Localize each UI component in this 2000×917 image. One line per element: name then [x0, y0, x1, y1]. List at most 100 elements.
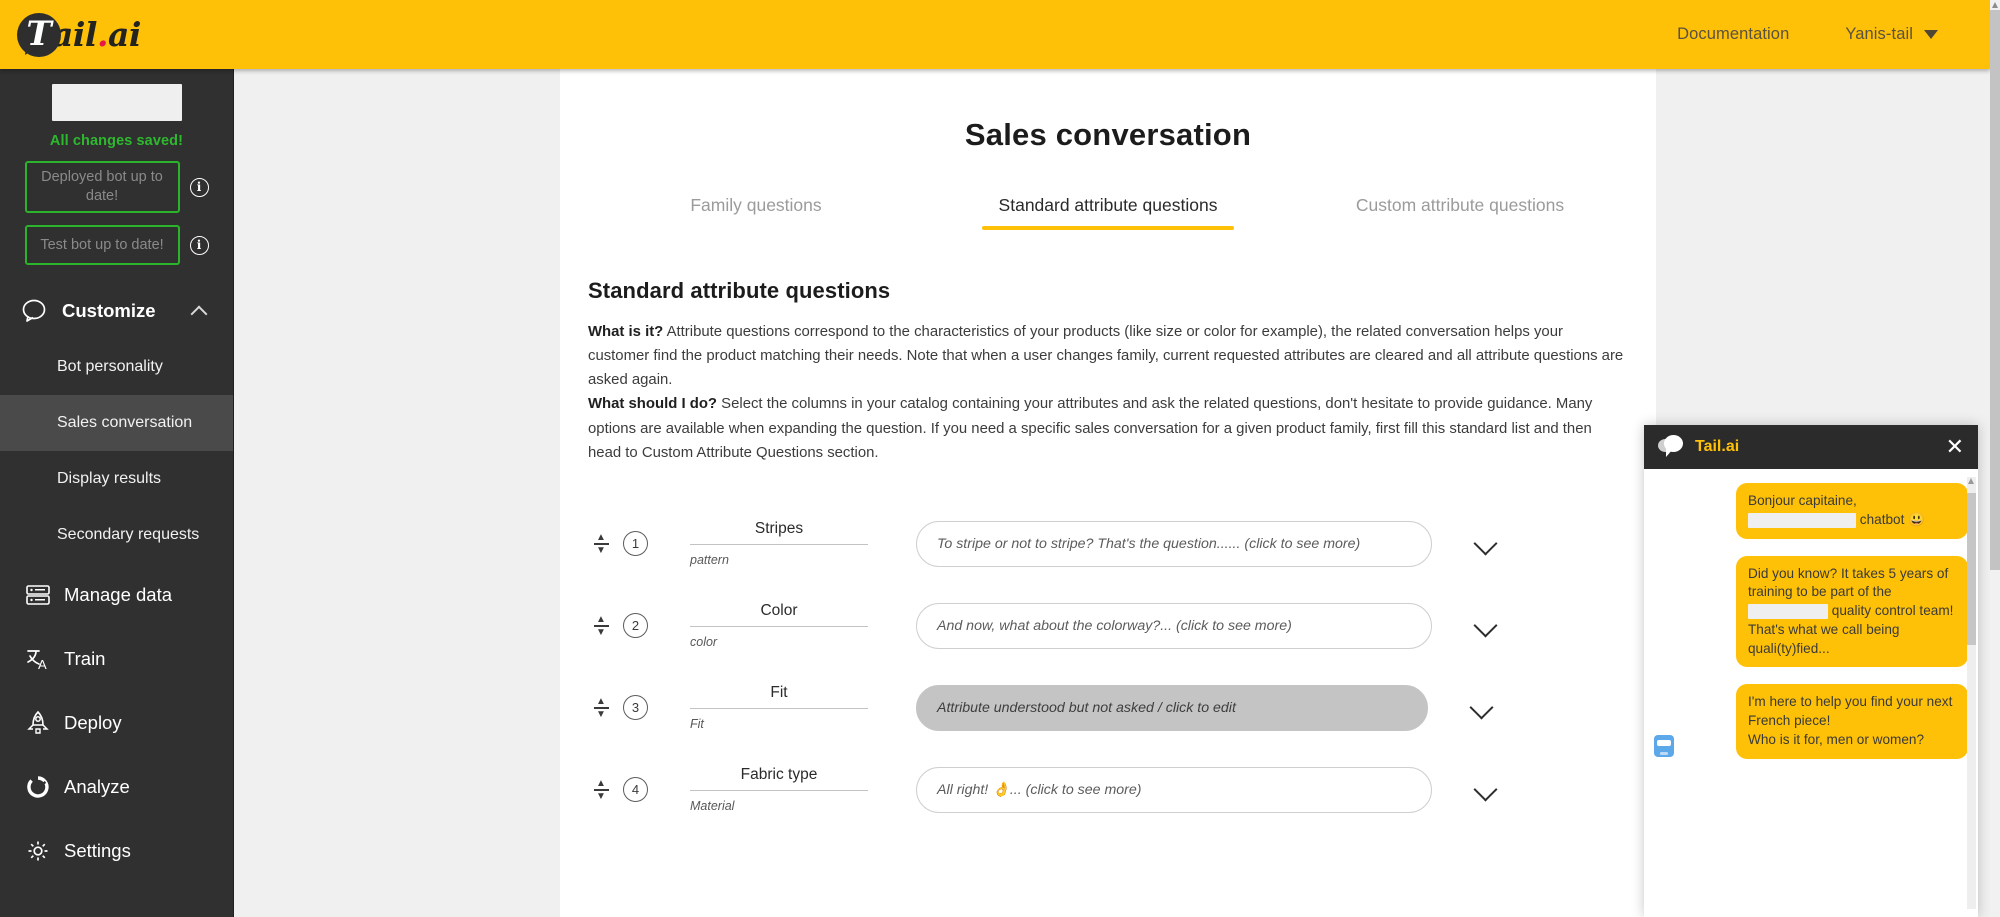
chat-widget: Tail.ai ✕ Bonjour capitaine, chatbot 😃 D…: [1644, 425, 1978, 917]
sidebar-item-label: Sales conversation: [57, 414, 192, 432]
order-badge: 1: [623, 531, 648, 556]
order-badge: 4: [623, 777, 648, 802]
deployed-info-icon[interactable]: i: [190, 178, 209, 197]
arrow-down-icon: ▼: [596, 793, 606, 800]
redacted-block: [1748, 604, 1828, 619]
drag-handle-icon[interactable]: ▲ ▼: [592, 616, 610, 636]
attribute-rows-list: ▲ ▼ 1 Stripes pattern To stripe or not t…: [560, 503, 1656, 831]
sidebar-group-customize[interactable]: Customize: [0, 283, 233, 339]
documentation-link[interactable]: Documentation: [1677, 25, 1789, 44]
attribute-name[interactable]: Fit: [690, 684, 868, 709]
sidebar-item-deploy[interactable]: Deploy: [0, 691, 233, 755]
scroll-up-arrow-icon[interactable]: [1992, 2, 1998, 8]
arrow-down-icon: ▼: [596, 629, 606, 636]
chevron-down-icon[interactable]: [1474, 531, 1500, 557]
sidebar-item-display-results[interactable]: Display results: [0, 451, 233, 507]
chat-text-part: Bonjour capitaine,: [1748, 493, 1857, 508]
attribute-name[interactable]: Color: [690, 602, 868, 627]
chat-scrollbar-thumb[interactable]: [1967, 493, 1976, 645]
logo-text-b: ai: [108, 15, 141, 54]
translate-icon: A: [22, 647, 54, 671]
window-scrollbar[interactable]: [1990, 0, 2000, 917]
sidebar-item-label: Secondary requests: [57, 526, 199, 544]
bot-name-input[interactable]: [52, 84, 182, 121]
test-info-icon[interactable]: i: [190, 236, 209, 255]
question-input[interactable]: All right! 👌... (click to see more): [916, 767, 1432, 813]
tab-label: Standard attribute questions: [999, 195, 1218, 215]
sidebar-item-secondary-requests[interactable]: Secondary requests: [0, 507, 233, 563]
chat-message: Bonjour capitaine, chatbot 😃: [1654, 483, 1968, 539]
app-logo[interactable]: T ail.ai: [17, 13, 141, 57]
sidebar-item-label: Bot personality: [57, 358, 163, 376]
section-standard-attribute-questions: Standard attribute questions What is it?…: [560, 230, 1656, 465]
tab-family-questions[interactable]: Family questions: [580, 195, 932, 230]
attribute-label-group: Fabric type Material: [690, 766, 868, 813]
sidebar-item-analyze[interactable]: Analyze: [0, 755, 233, 819]
chat-bubble: Bonjour capitaine, chatbot 😃: [1736, 483, 1968, 539]
window-scrollbar-thumb[interactable]: [1990, 10, 2000, 570]
robot-avatar-icon: [1654, 735, 1674, 757]
drag-handle-icon[interactable]: ▲ ▼: [592, 780, 610, 800]
chevron-down-icon[interactable]: [1470, 695, 1496, 721]
drag-handle-icon[interactable]: ▲ ▼: [592, 698, 610, 718]
deployed-status-row: Deployed bot up to date! i: [0, 161, 233, 213]
arrow-down-icon: ▼: [596, 547, 606, 554]
section-paragraph-what-should-i-do: What should I do? Select the columns in …: [588, 392, 1628, 464]
tab-bar: Family questions Standard attribute ques…: [560, 195, 1656, 230]
chevron-up-icon: [191, 305, 208, 322]
bot-avatar-slot: [1654, 735, 1680, 759]
attribute-name[interactable]: Stripes: [690, 520, 868, 545]
user-name-label: Yanis-tail: [1845, 25, 1913, 44]
chat-text-part: Who is it for, men or women?: [1748, 731, 1956, 750]
chat-message: I'm here to help you find your next Fren…: [1654, 684, 1968, 758]
user-menu[interactable]: Yanis-tail: [1845, 25, 1938, 44]
arrow-down-icon: ▼: [596, 711, 606, 718]
attribute-column-name: pattern: [690, 553, 868, 567]
tab-custom-attribute-questions[interactable]: Custom attribute questions: [1284, 195, 1636, 230]
scroll-up-arrow-icon[interactable]: [1968, 478, 1974, 484]
paragraph-lead-what-is-it: What is it?: [588, 324, 663, 340]
arrow-up-icon: ▲: [596, 698, 606, 705]
attribute-label-group: Fit Fit: [690, 684, 868, 731]
save-status-label: All changes saved!: [0, 133, 233, 149]
attribute-column-name: color: [690, 635, 868, 649]
top-header-bar: T ail.ai Documentation Yanis-tail: [0, 0, 1990, 69]
sidebar-item-settings[interactable]: Settings: [0, 819, 233, 883]
test-bot-status-button[interactable]: Test bot up to date!: [25, 225, 180, 265]
order-badge: 2: [623, 613, 648, 638]
sidebar-item-label: Analyze: [64, 776, 130, 798]
sidebar-item-manage-data[interactable]: Manage data: [0, 563, 233, 627]
question-input[interactable]: And now, what about the colorway?... (cl…: [916, 603, 1432, 649]
question-input-disabled[interactable]: Attribute understood but not asked / cli…: [916, 685, 1428, 731]
sidebar-item-bot-personality[interactable]: Bot personality: [0, 339, 233, 395]
chat-message-list[interactable]: Bonjour capitaine, chatbot 😃 Did you kno…: [1644, 469, 1978, 917]
attribute-name[interactable]: Fabric type: [690, 766, 868, 791]
page-title: Sales conversation: [560, 69, 1656, 153]
main-content-card: Sales conversation Family questions Stan…: [560, 69, 1656, 917]
chat-widget-header: Tail.ai ✕: [1644, 425, 1978, 469]
close-icon[interactable]: ✕: [1946, 436, 1964, 458]
paragraph-body-what-should-i-do: Select the columns in your catalog conta…: [588, 396, 1592, 460]
deployed-bot-status-button[interactable]: Deployed bot up to date!: [25, 161, 180, 213]
chevron-down-icon[interactable]: [1474, 777, 1500, 803]
drag-handle-icon[interactable]: ▲ ▼: [592, 534, 610, 554]
chat-widget-title: Tail.ai: [1695, 438, 1739, 456]
chevron-down-icon[interactable]: [1474, 613, 1500, 639]
logo-wordmark: ail.ai: [52, 15, 141, 54]
sidebar-item-label: Train: [64, 648, 105, 670]
test-status-row: Test bot up to date! i: [0, 225, 233, 265]
redacted-block: [1748, 513, 1856, 528]
chat-scrollbar[interactable]: [1967, 477, 1976, 909]
sidebar-item-label: Manage data: [64, 584, 172, 606]
attribute-label-group: Stripes pattern: [690, 520, 868, 567]
rocket-icon: [22, 710, 54, 736]
sidebar-item-sales-conversation[interactable]: Sales conversation: [0, 395, 233, 451]
question-input[interactable]: To stripe or not to stripe? That's the q…: [916, 521, 1432, 567]
tab-standard-attribute-questions[interactable]: Standard attribute questions: [932, 195, 1284, 230]
sidebar-item-train[interactable]: A Train: [0, 627, 233, 691]
tab-label: Custom attribute questions: [1356, 195, 1564, 215]
logo-dot: .: [97, 15, 108, 54]
donut-chart-icon: [22, 775, 54, 799]
section-title: Standard attribute questions: [588, 278, 1628, 304]
attribute-row: ▲ ▼ 1 Stripes pattern To stripe or not t…: [560, 503, 1656, 585]
